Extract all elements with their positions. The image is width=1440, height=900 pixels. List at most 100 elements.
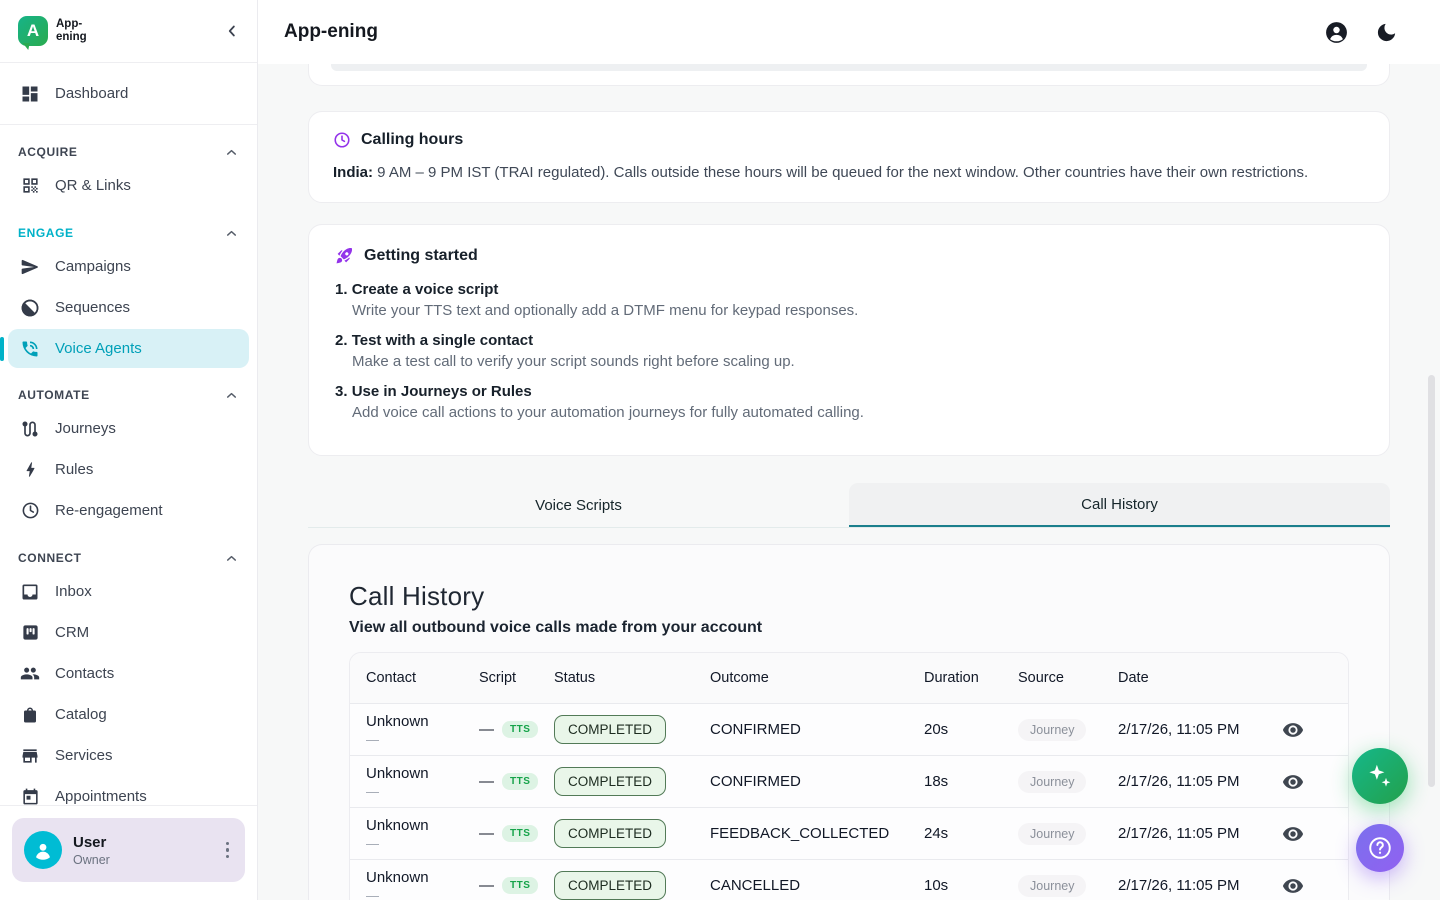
sidebar-user-area: User Owner xyxy=(0,805,257,900)
user-profile-card[interactable]: User Owner xyxy=(12,818,245,882)
section-label: ACQUIRE xyxy=(18,145,78,159)
status-badge: COMPLETED xyxy=(554,767,666,796)
sidebar-item-crm[interactable]: CRM xyxy=(0,612,257,653)
sidebar-item-rules[interactable]: Rules xyxy=(0,449,257,490)
call-history-title: Call History xyxy=(349,581,1349,612)
sidebar-nav: Dashboard ACQUIRE QR & Links ENGAGE Camp… xyxy=(0,63,257,805)
column-header-duration: Duration xyxy=(924,670,1018,686)
tab-call-history[interactable]: Call History xyxy=(849,483,1390,527)
logo-text-line2: ening xyxy=(56,31,87,44)
view-call-eye-icon[interactable] xyxy=(1282,719,1304,741)
view-call-eye-icon[interactable] xyxy=(1282,875,1304,897)
logo-text-line1: App- xyxy=(56,18,87,31)
calendar-icon xyxy=(20,787,40,805)
getting-started-title: Getting started xyxy=(364,247,478,265)
shopping-bag-icon xyxy=(20,706,40,724)
sidebar-item-contacts[interactable]: Contacts xyxy=(0,653,257,694)
sidebar-item-inbox[interactable]: Inbox xyxy=(0,571,257,612)
vertical-scrollbar-thumb[interactable] xyxy=(1428,375,1435,787)
contact-name: Unknown xyxy=(366,765,479,782)
sidebar: A App- ening Dashboard ACQUIRE QR & Link… xyxy=(0,0,258,900)
call-history-subtitle: View all outbound voice calls made from … xyxy=(349,619,1349,637)
sidebar-item-label: Sequences xyxy=(55,299,130,316)
source-badge: Journey xyxy=(1018,875,1086,897)
outcome-value: CONFIRMED xyxy=(710,721,924,738)
source-badge: Journey xyxy=(1018,771,1086,793)
calling-hours-body: 9 AM – 9 PM IST (TRAI regulated). Calls … xyxy=(373,164,1308,181)
getting-started-card: Getting started 1. Create a voice script… xyxy=(308,224,1390,456)
sidebar-logo-row: A App- ening xyxy=(0,0,257,63)
main-area: App-ening Calling hours India: 9 AM – 9 … xyxy=(258,0,1440,900)
sidebar-item-journeys[interactable]: Journeys xyxy=(0,408,257,449)
duration-value: 24s xyxy=(924,825,1018,842)
outcome-value: CANCELLED xyxy=(710,877,924,894)
script-value: — xyxy=(479,721,494,738)
chevron-up-icon xyxy=(224,226,239,241)
route-icon xyxy=(20,419,40,439)
sidebar-item-label: Services xyxy=(55,747,113,764)
sidebar-section-engage[interactable]: ENGAGE xyxy=(0,220,257,246)
sidebar-section-automate[interactable]: AUTOMATE xyxy=(0,382,257,408)
step-item: 1. Create a voice script Write your TTS … xyxy=(335,281,1363,319)
qr-code-icon xyxy=(20,176,40,195)
sidebar-item-voice-agents[interactable]: Voice Agents xyxy=(8,329,249,368)
sidebar-item-campaigns[interactable]: Campaigns xyxy=(0,246,257,287)
table-row: Unknown— —TTS COMPLETED CONFIRMED 20s Jo… xyxy=(350,703,1348,755)
sidebar-item-re-engagement[interactable]: Re-engagement xyxy=(0,490,257,531)
table-row: Unknown— —TTS COMPLETED FEEDBACK_COLLECT… xyxy=(350,807,1348,859)
contact-name: Unknown xyxy=(366,817,479,834)
view-call-eye-icon[interactable] xyxy=(1282,771,1304,793)
column-header-outcome: Outcome xyxy=(710,670,924,686)
sidebar-section-acquire[interactable]: ACQUIRE xyxy=(0,139,257,165)
sidebar-item-sequences[interactable]: Sequences xyxy=(0,287,257,328)
status-badge: COMPLETED xyxy=(554,715,666,744)
sidebar-collapse-icon[interactable] xyxy=(223,22,241,40)
sidebar-item-label: Inbox xyxy=(55,583,92,600)
sidebar-item-qr-links[interactable]: QR & Links xyxy=(0,165,257,206)
script-value: — xyxy=(479,773,494,790)
dark-mode-moon-icon[interactable] xyxy=(1375,21,1398,44)
sidebar-item-dashboard[interactable]: Dashboard xyxy=(0,63,257,125)
date-value: 2/17/26, 11:05 PM xyxy=(1118,773,1268,790)
sidebar-item-label: Appointments xyxy=(55,788,147,805)
user-name: User xyxy=(73,834,110,851)
ai-assistant-button[interactable] xyxy=(1352,748,1408,804)
step-item: 2. Test with a single contact Make a tes… xyxy=(335,332,1363,370)
kebab-menu-icon[interactable] xyxy=(220,836,236,865)
outcome-value: CONFIRMED xyxy=(710,773,924,790)
tab-voice-scripts[interactable]: Voice Scripts xyxy=(308,483,849,527)
view-call-eye-icon[interactable] xyxy=(1282,823,1304,845)
sidebar-item-label: Contacts xyxy=(55,665,114,682)
date-value: 2/17/26, 11:05 PM xyxy=(1118,877,1268,894)
help-button[interactable] xyxy=(1356,824,1404,872)
sidebar-item-services[interactable]: Services xyxy=(0,735,257,776)
step-number: 1. xyxy=(335,281,348,298)
rocket-icon xyxy=(335,246,354,265)
duration-value: 20s xyxy=(924,721,1018,738)
user-meta: User Owner xyxy=(73,834,110,867)
content-scroll-area[interactable]: Calling hours India: 9 AM – 9 PM IST (TR… xyxy=(258,64,1440,900)
chevron-up-icon xyxy=(224,145,239,160)
sparkles-icon xyxy=(1365,761,1395,791)
call-history-table: Contact Script Status Outcome Duration S… xyxy=(349,652,1349,900)
storefront-icon xyxy=(20,746,40,766)
step-title: Create a voice script xyxy=(352,281,499,298)
sidebar-section-connect[interactable]: CONNECT xyxy=(0,545,257,571)
logo-text: App- ening xyxy=(56,18,87,43)
account-icon[interactable] xyxy=(1324,20,1349,45)
column-header-source: Source xyxy=(1018,670,1118,686)
calling-hours-card: Calling hours India: 9 AM – 9 PM IST (TR… xyxy=(308,111,1390,203)
contact-name: Unknown xyxy=(366,869,479,886)
chevron-up-icon xyxy=(224,388,239,403)
step-description: Make a test call to verify your script s… xyxy=(352,353,1363,370)
duration-value: 10s xyxy=(924,877,1018,894)
sidebar-item-catalog[interactable]: Catalog xyxy=(0,694,257,735)
clock-icon xyxy=(20,501,40,520)
section-label: AUTOMATE xyxy=(18,388,90,402)
source-badge: Journey xyxy=(1018,719,1086,741)
header-actions xyxy=(1324,20,1398,45)
dashboard-icon xyxy=(20,84,40,104)
sidebar-item-appointments[interactable]: Appointments xyxy=(0,776,257,805)
script-value: — xyxy=(479,877,494,894)
status-badge: COMPLETED xyxy=(554,871,666,900)
